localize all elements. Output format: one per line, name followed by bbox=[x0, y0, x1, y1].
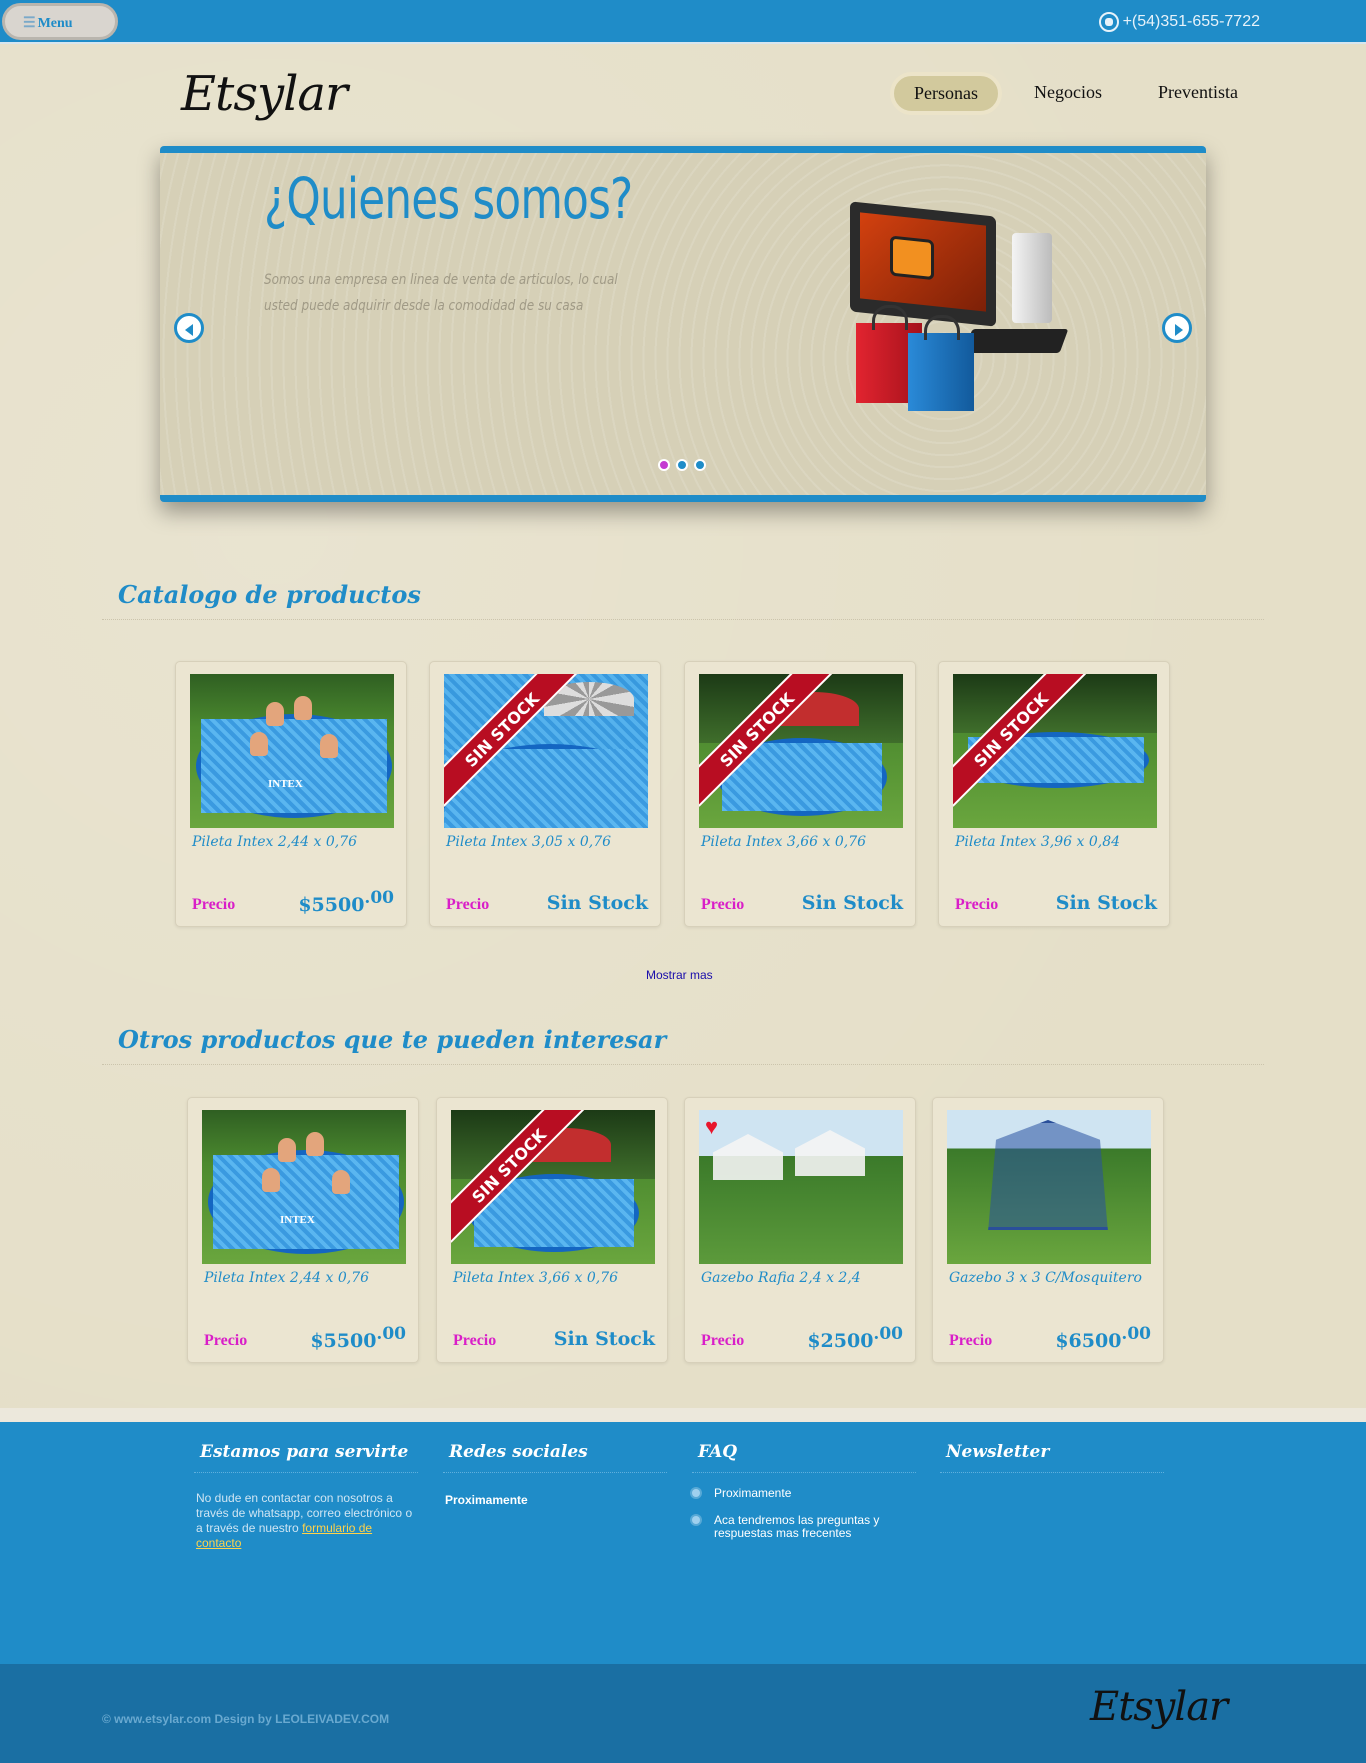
price-label: Precio bbox=[955, 896, 999, 913]
others-divider bbox=[102, 1064, 1264, 1065]
product-stock-status: Sin Stock bbox=[546, 892, 648, 914]
product-card[interactable]: SIN STOCK Pileta Intex 3,96 x 0,84 Preci… bbox=[938, 661, 1170, 927]
slider-prev-arrow-icon[interactable] bbox=[174, 313, 204, 343]
bottom-bar: © www.etsylar.com Design by LEOLEIVADEV.… bbox=[0, 1664, 1366, 1763]
footer-social-title: Redes sociales bbox=[443, 1442, 667, 1473]
slider-dot-2[interactable] bbox=[676, 459, 688, 471]
footer-social-text: Proximamente bbox=[445, 1493, 528, 1507]
product-name[interactable]: Pileta Intex 2,44 x 0,76 bbox=[204, 1270, 369, 1286]
slider-next-arrow-icon[interactable] bbox=[1162, 313, 1192, 343]
catalog-divider bbox=[102, 619, 1264, 620]
product-card[interactable]: INTEX Pileta Intex 2,44 x 0,76 Precio $5… bbox=[175, 661, 407, 927]
slide-title: ¿Quienes somos? bbox=[264, 167, 633, 232]
nav-personas[interactable]: Personas bbox=[890, 72, 1002, 115]
heart-icon[interactable]: ♥ bbox=[705, 1114, 718, 1140]
gazebo-event-icon: ♥ bbox=[699, 1110, 903, 1264]
pool-wide-icon: SIN STOCK bbox=[953, 674, 1157, 828]
menu-label: Menu bbox=[37, 16, 73, 31]
product-name[interactable]: Pileta Intex 3,96 x 0,84 bbox=[955, 834, 1120, 850]
gazebo-mosquito-net-icon bbox=[947, 1110, 1151, 1264]
footer-faq-column: FAQ Proximamente Aca tendremos las pregu… bbox=[692, 1442, 916, 1540]
product-name[interactable]: Pileta Intex 2,44 x 0,76 bbox=[192, 834, 357, 850]
product-name[interactable]: Gazebo Rafia 2,4 x 2,4 bbox=[701, 1270, 861, 1286]
main-nav: Personas Negocios Preventista bbox=[890, 72, 1262, 115]
monitor-icon bbox=[850, 201, 996, 327]
product-stock-status: Sin Stock bbox=[801, 892, 903, 914]
product-card[interactable]: ♥ Gazebo Rafia 2,4 x 2,4 Precio $2500.00 bbox=[684, 1097, 916, 1363]
product-stock-status: Sin Stock bbox=[1055, 892, 1157, 914]
slider-dot-3[interactable] bbox=[694, 459, 706, 471]
keyboard-icon bbox=[963, 329, 1069, 353]
hero-slider: ¿Quienes somos? Somos una empresa en lin… bbox=[160, 146, 1206, 502]
footer-newsletter-title: Newsletter bbox=[940, 1442, 1164, 1473]
pool-family-icon: INTEX bbox=[190, 674, 394, 828]
price-label: Precio bbox=[701, 1332, 745, 1349]
footer: Estamos para servirte No dude en contact… bbox=[0, 1422, 1366, 1664]
show-more-link[interactable]: Mostrar mas bbox=[646, 968, 713, 982]
price-label: Precio bbox=[453, 1332, 497, 1349]
product-card[interactable]: Gazebo 3 x 3 C/Mosquitero Precio $6500.0… bbox=[932, 1097, 1164, 1363]
footer-faq-title: FAQ bbox=[692, 1442, 916, 1473]
product-card[interactable]: INTEX Pileta Intex 2,44 x 0,76 Precio $5… bbox=[187, 1097, 419, 1363]
product-card[interactable]: SIN STOCK Pileta Intex 3,66 x 0,76 Preci… bbox=[436, 1097, 668, 1363]
slide-text: Somos una empresa en linea de venta de a… bbox=[264, 272, 618, 314]
pc-tower-icon bbox=[1012, 233, 1052, 323]
copyright-text: © www.etsylar.com Design by LEOLEIVADEV.… bbox=[102, 1712, 390, 1726]
pool-garden-icon: SIN STOCK bbox=[699, 674, 903, 828]
hamburger-icon: ☰ bbox=[23, 16, 36, 31]
pool-umbrella-icon: SIN STOCK bbox=[444, 674, 648, 828]
whatsapp-icon bbox=[1098, 12, 1119, 32]
footer-contact-title: Estamos para servirte bbox=[194, 1442, 418, 1473]
product-stock-status: Sin Stock bbox=[553, 1328, 655, 1350]
nav-negocios[interactable]: Negocios bbox=[1010, 72, 1126, 115]
footer-contact-text: No dude en contactar con nosotros a trav… bbox=[196, 1491, 413, 1550]
product-price: $2500.00 bbox=[807, 1324, 903, 1352]
footer-logo[interactable]: Etsylar bbox=[1090, 1684, 1228, 1730]
product-price: $6500.00 bbox=[1055, 1324, 1151, 1352]
cart-icon bbox=[890, 235, 934, 281]
pool-garden-icon: SIN STOCK bbox=[451, 1110, 655, 1264]
product-name[interactable]: Pileta Intex 3,05 x 0,76 bbox=[446, 834, 611, 850]
product-card[interactable]: SIN STOCK Pileta Intex 3,05 x 0,76 Preci… bbox=[429, 661, 661, 927]
product-name[interactable]: Gazebo 3 x 3 C/Mosquitero bbox=[949, 1270, 1142, 1286]
faq-item[interactable]: Aca tendremos las preguntas y respuestas… bbox=[692, 1514, 916, 1540]
slider-dot-1[interactable] bbox=[658, 459, 670, 471]
faq-item[interactable]: Proximamente bbox=[692, 1487, 916, 1500]
blue-shopping-bag-icon bbox=[908, 315, 974, 411]
footer-social-column: Redes sociales Proximamente bbox=[443, 1442, 667, 1507]
menu-button[interactable]: ☰ Menu bbox=[2, 3, 118, 40]
price-label: Precio bbox=[204, 1332, 248, 1349]
product-card[interactable]: SIN STOCK Pileta Intex 3,66 x 0,76 Preci… bbox=[684, 661, 916, 927]
pool-family-icon: INTEX bbox=[202, 1110, 406, 1264]
footer-separator bbox=[0, 1408, 1366, 1422]
phone-contact[interactable]: +(54)351-655-7722 bbox=[1098, 12, 1260, 32]
footer-newsletter-column: Newsletter bbox=[940, 1442, 1164, 1473]
top-bar: ☰ Menu +(54)351-655-7722 bbox=[0, 0, 1366, 44]
slider-dots bbox=[658, 459, 706, 471]
others-title: Otros productos que te pueden interesar bbox=[118, 1025, 667, 1054]
price-label: Precio bbox=[701, 896, 745, 913]
nav-preventista[interactable]: Preventista bbox=[1134, 72, 1262, 115]
phone-number: +(54)351-655-7722 bbox=[1122, 13, 1260, 30]
product-price: $5500.00 bbox=[310, 1324, 406, 1352]
price-label: Precio bbox=[192, 896, 236, 913]
product-name[interactable]: Pileta Intex 3,66 x 0,76 bbox=[701, 834, 866, 850]
price-label: Precio bbox=[446, 896, 490, 913]
footer-contact-column: Estamos para servirte No dude en contact… bbox=[194, 1442, 418, 1551]
price-label: Precio bbox=[949, 1332, 993, 1349]
catalog-title: Catalogo de productos bbox=[118, 580, 421, 609]
product-price: $5500.00 bbox=[298, 888, 394, 916]
site-logo[interactable]: Etsylar bbox=[181, 66, 348, 122]
product-name[interactable]: Pileta Intex 3,66 x 0,76 bbox=[453, 1270, 618, 1286]
